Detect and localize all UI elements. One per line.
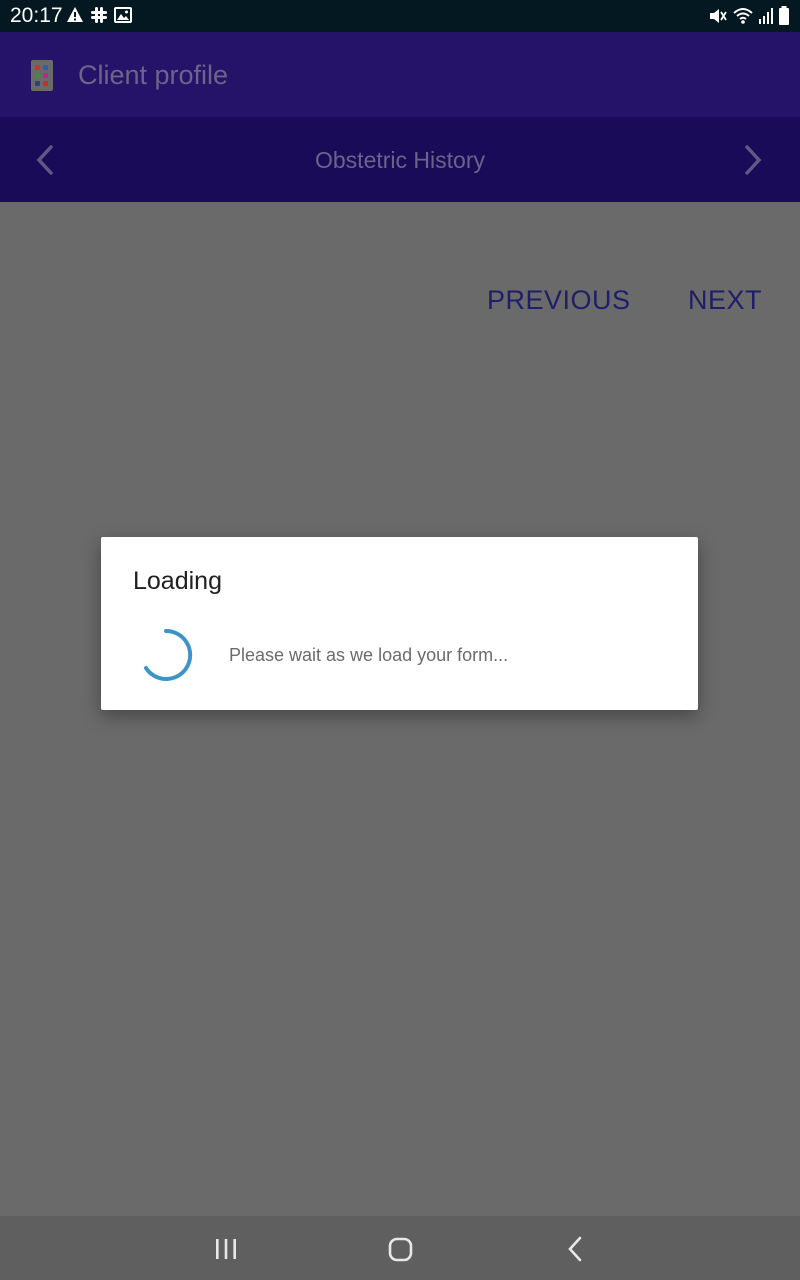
dialog-message: Please wait as we load your form... — [229, 645, 509, 665]
logo-cell — [35, 81, 40, 86]
slack-icon — [91, 7, 107, 23]
image-icon — [114, 7, 132, 23]
home-icon[interactable] — [383, 1232, 417, 1266]
app-bar: Client profile — [0, 32, 800, 117]
section-title: Obstetric History — [315, 147, 485, 173]
logo-cell — [43, 81, 48, 86]
wifi-icon — [733, 8, 753, 24]
loading-spinner-icon — [144, 628, 193, 681]
status-bar: 20:17 — [0, 0, 800, 32]
back-icon[interactable] — [559, 1232, 593, 1266]
app-title: Client profile — [78, 60, 229, 90]
system-nav-bar — [0, 1216, 800, 1280]
battery-icon — [779, 6, 789, 25]
dialog-title: Loading — [133, 567, 222, 595]
chevron-right-icon[interactable] — [738, 143, 768, 177]
status-notification-icons — [66, 6, 132, 24]
mute-icon — [710, 9, 727, 23]
logo-cell — [35, 73, 40, 78]
logo-cell — [35, 65, 40, 70]
status-time: 20:17 — [10, 4, 63, 27]
status-system-icons — [708, 6, 790, 26]
app-logo-icon — [31, 60, 53, 91]
logo-cell — [43, 65, 48, 70]
signal-icon — [759, 8, 773, 24]
recents-icon[interactable] — [209, 1232, 243, 1266]
next-button[interactable]: NEXT — [688, 282, 762, 318]
section-tab-bar: Obstetric History — [0, 117, 800, 202]
loading-dialog: Loading Please wait as we load your form… — [101, 537, 698, 710]
previous-button[interactable]: PREVIOUS — [487, 282, 631, 318]
logo-cell — [43, 73, 48, 78]
warning-icon — [67, 7, 83, 22]
